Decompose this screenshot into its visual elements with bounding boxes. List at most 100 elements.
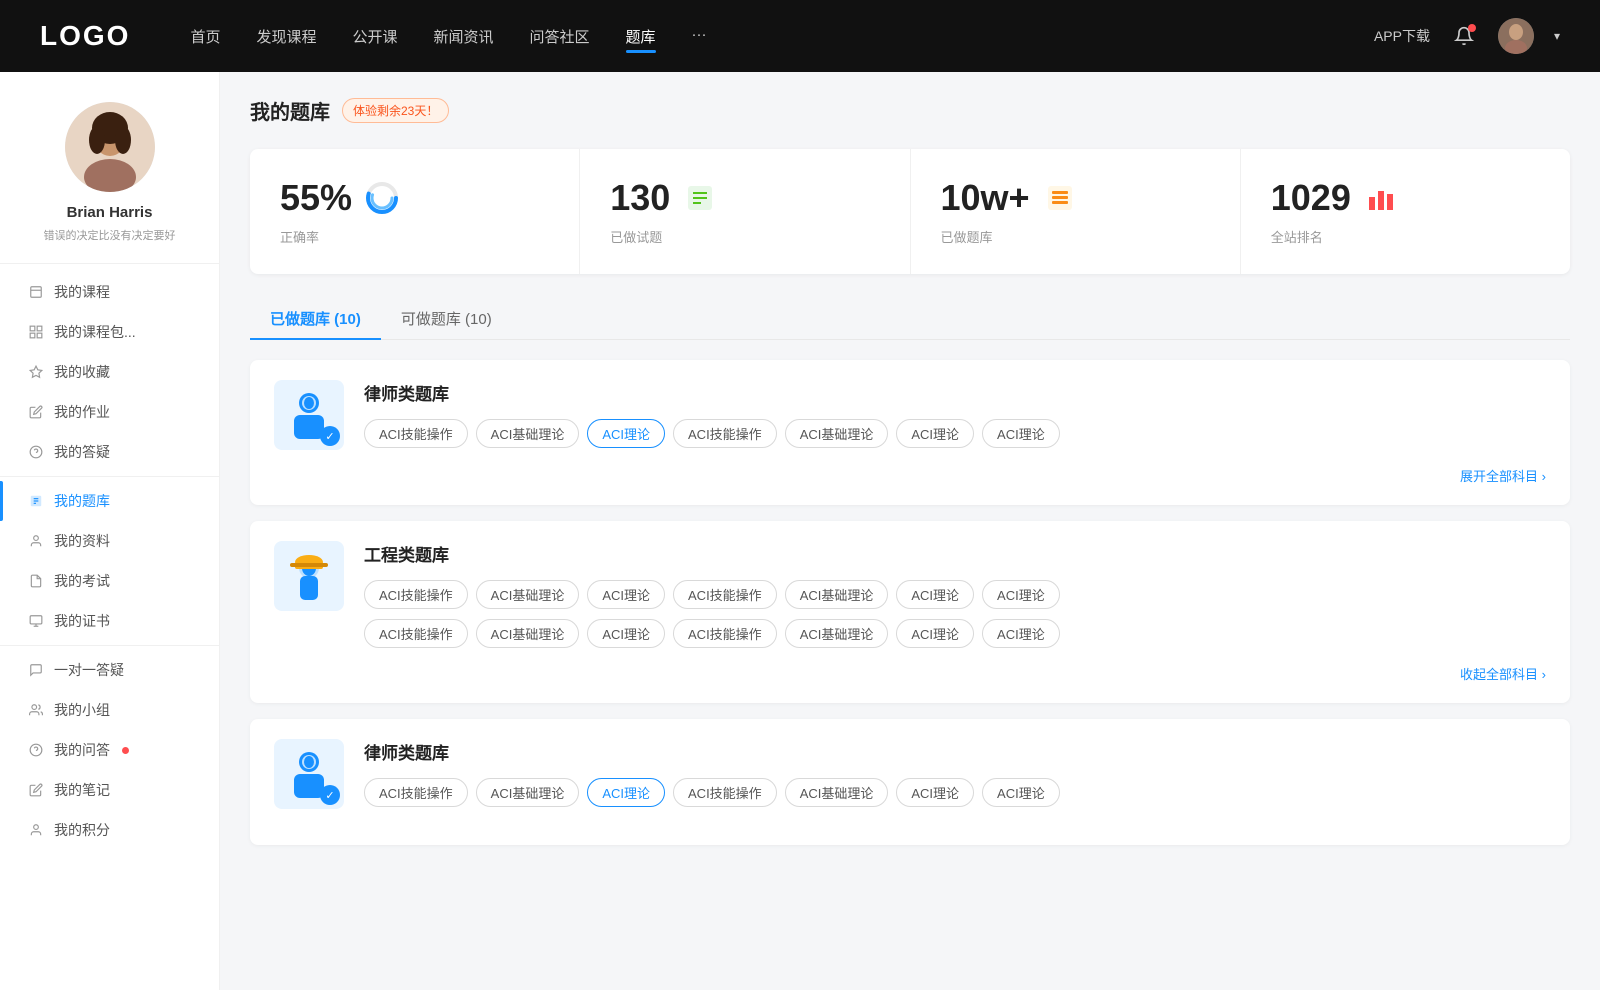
sidebar-item-1on1[interactable]: 一对一答疑 (0, 650, 219, 690)
sidebar-item-profile-data[interactable]: 我的资料 (0, 521, 219, 561)
tag-item[interactable]: ACI技能操作 (364, 778, 468, 807)
tag-item[interactable]: ACI理论 (982, 778, 1060, 807)
user-avatar[interactable] (1498, 18, 1534, 54)
expand-button-1[interactable]: 展开全部科目 › (274, 466, 1546, 485)
accuracy-icon (364, 180, 400, 216)
favorites-icon (28, 364, 44, 380)
sidebar-label: 我的问答 (54, 740, 110, 760)
sidebar-item-questions[interactable]: 我的问答 (0, 730, 219, 770)
banks-icon (1042, 180, 1078, 216)
sidebar-item-favorites[interactable]: 我的收藏 (0, 352, 219, 392)
tag-item[interactable]: ACI技能操作 (364, 580, 468, 609)
tag-item[interactable]: ACI技能操作 (364, 419, 468, 448)
tag-item[interactable]: ACI技能操作 (673, 619, 777, 648)
sidebar-label: 我的小组 (54, 700, 110, 720)
sidebar-item-qa[interactable]: 我的答疑 (0, 432, 219, 472)
logo: LOGO (40, 20, 130, 52)
cert-icon (28, 613, 44, 629)
tag-item[interactable]: ACI基础理论 (785, 580, 889, 609)
notification-bell[interactable] (1450, 22, 1478, 50)
nav-quiz[interactable]: 题库 (626, 26, 656, 47)
tag-item[interactable]: ACI理论 (982, 580, 1060, 609)
sidebar-item-course-pkg[interactable]: 我的课程包... (0, 312, 219, 352)
bank-icon-lawyer-2: ✓ (274, 739, 344, 809)
sidebar-label: 我的作业 (54, 402, 110, 422)
rank-icon (1363, 180, 1399, 216)
qa-icon (28, 444, 44, 460)
bank-card-lawyer-2: ✓ 律师类题库 ACI技能操作 ACI基础理论 ACI理论 ACI技能操作 AC… (250, 719, 1570, 845)
bank-card-lawyer-1: ✓ 律师类题库 ACI技能操作 ACI基础理论 ACI理论 ACI技能操作 AC… (250, 360, 1570, 505)
trial-badge: 体验剩余23天！ (342, 98, 449, 123)
questions-value: 130 (610, 177, 670, 219)
sidebar-item-notes[interactable]: 我的笔记 (0, 770, 219, 810)
tag-item[interactable]: ACI基础理论 (476, 778, 580, 807)
sidebar-item-group[interactable]: 我的小组 (0, 690, 219, 730)
collapse-button[interactable]: 收起全部科目 › (274, 664, 1546, 683)
tag-item[interactable]: ACI基础理论 (476, 580, 580, 609)
questions-label: 已做试题 (610, 227, 879, 246)
tag-item[interactable]: ACI理论 (896, 778, 974, 807)
page-title: 我的题库 (250, 96, 330, 125)
tag-item[interactable]: ACI基础理论 (785, 619, 889, 648)
sidebar-label: 我的课程 (54, 282, 110, 302)
profile-data-icon (28, 533, 44, 549)
tag-item[interactable]: ACI理论 (587, 580, 665, 609)
exam-icon (28, 573, 44, 589)
tag-item-active-2[interactable]: ACI理论 (587, 778, 665, 807)
sidebar-label: 我的收藏 (54, 362, 110, 382)
nav-news[interactable]: 新闻资讯 (434, 26, 494, 47)
nav-more[interactable]: ··· (692, 26, 707, 47)
notification-dot (1468, 24, 1476, 32)
tab-done[interactable]: 已做题库 (10) (250, 298, 381, 339)
tag-item[interactable]: ACI基础理论 (785, 419, 889, 448)
bank-title-engineer: 工程类题库 (364, 541, 1546, 566)
sidebar-item-exam[interactable]: 我的考试 (0, 561, 219, 601)
sidebar-label: 一对一答疑 (54, 660, 124, 680)
stat-rank: 1029 全站排名 (1241, 149, 1570, 274)
sidebar-item-homework[interactable]: 我的作业 (0, 392, 219, 432)
accuracy-label: 正确率 (280, 227, 549, 246)
stat-accuracy: 55% 正确率 (250, 149, 580, 274)
tag-item[interactable]: ACI理论 (982, 619, 1060, 648)
tag-item[interactable]: ACI技能操作 (673, 580, 777, 609)
stats-row: 55% 正确率 130 (250, 149, 1570, 274)
sidebar: Brian Harris 错误的决定比没有决定要好 我的课程 我的课程包... (0, 72, 220, 990)
tag-item[interactable]: ACI基础理论 (476, 619, 580, 648)
tag-item-active[interactable]: ACI理论 (587, 419, 665, 448)
app-download-button[interactable]: APP下载 (1374, 26, 1430, 46)
tag-item[interactable]: ACI技能操作 (673, 778, 777, 807)
check-badge-2: ✓ (320, 785, 340, 805)
sidebar-item-courses[interactable]: 我的课程 (0, 272, 219, 312)
questions-icon (682, 180, 718, 216)
tag-item[interactable]: ACI基础理论 (785, 778, 889, 807)
nav-qa[interactable]: 问答社区 (530, 26, 590, 47)
main-layout: Brian Harris 错误的决定比没有决定要好 我的课程 我的课程包... (0, 72, 1600, 990)
tag-item[interactable]: ACI基础理论 (476, 419, 580, 448)
sidebar-profile: Brian Harris 错误的决定比没有决定要好 (0, 72, 219, 264)
banks-label: 已做题库 (941, 227, 1210, 246)
nav-home[interactable]: 首页 (190, 26, 220, 47)
user-menu-chevron[interactable]: ▾ (1554, 29, 1560, 43)
rank-value: 1029 (1271, 177, 1351, 219)
tag-item[interactable]: ACI理论 (896, 419, 974, 448)
questions-icon (28, 742, 44, 758)
tab-available[interactable]: 可做题库 (10) (381, 298, 512, 339)
tag-item[interactable]: ACI理论 (982, 419, 1060, 448)
profile-avatar[interactable] (65, 102, 155, 192)
nav-links: 首页 发现课程 公开课 新闻资讯 问答社区 题库 ··· (190, 26, 1374, 47)
nav-discover[interactable]: 发现课程 (256, 26, 316, 47)
tag-item[interactable]: ACI技能操作 (364, 619, 468, 648)
sidebar-item-quiz-bank[interactable]: 我的题库 (0, 481, 219, 521)
tag-item[interactable]: ACI理论 (587, 619, 665, 648)
courses-icon (28, 284, 44, 300)
bank-title-lawyer-1: 律师类题库 (364, 380, 1546, 405)
sidebar-item-points[interactable]: 我的积分 (0, 810, 219, 850)
tag-item[interactable]: ACI理论 (896, 619, 974, 648)
divider (0, 645, 219, 646)
tag-item[interactable]: ACI技能操作 (673, 419, 777, 448)
nav-opencourse[interactable]: 公开课 (352, 26, 397, 47)
tag-item[interactable]: ACI理论 (896, 580, 974, 609)
sidebar-item-cert[interactable]: 我的证书 (0, 601, 219, 641)
tags-row-eng-1: ACI技能操作 ACI基础理论 ACI理论 ACI技能操作 ACI基础理论 AC… (364, 580, 1546, 609)
tabs-row: 已做题库 (10) 可做题库 (10) (250, 298, 1570, 340)
